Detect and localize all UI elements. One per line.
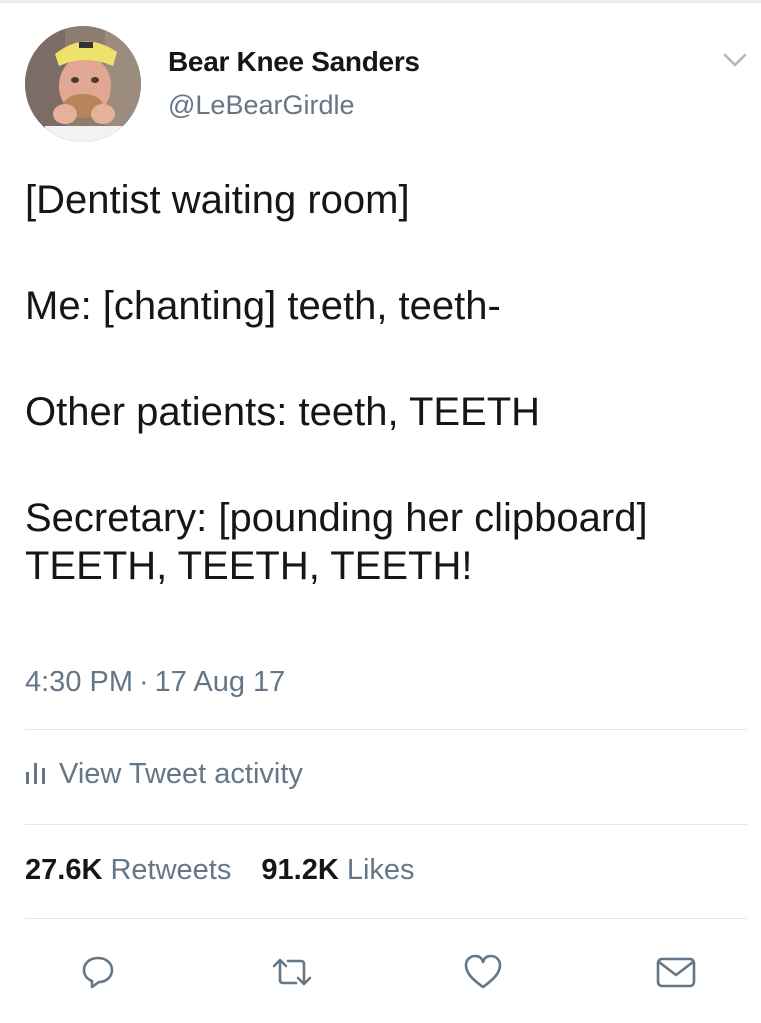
bar-chart-icon bbox=[25, 760, 47, 789]
likes-count: 91.2K bbox=[261, 854, 339, 886]
retweet-icon bbox=[272, 958, 312, 986]
chevron-down-icon[interactable] bbox=[722, 50, 748, 70]
retweets-label: Retweets bbox=[110, 854, 232, 886]
message-button[interactable] bbox=[654, 950, 698, 994]
reply-button[interactable] bbox=[76, 950, 120, 994]
timestamp-separator: · bbox=[139, 666, 149, 698]
avatar[interactable] bbox=[25, 26, 141, 142]
tweet-time: 4:30 PM bbox=[25, 666, 133, 698]
tweet-date: 17 Aug 17 bbox=[154, 666, 286, 698]
view-tweet-activity-link[interactable]: View Tweet activity bbox=[25, 758, 303, 791]
like-icon bbox=[464, 954, 502, 989]
reply-icon bbox=[82, 956, 114, 989]
message-icon bbox=[656, 957, 696, 988]
tweet-timestamp[interactable]: 4:30 PM · 17 Aug 17 bbox=[25, 666, 285, 699]
tweet-text: [Dentist waiting room] Me: [chanting] te… bbox=[25, 176, 745, 590]
user-handle[interactable]: @LeBearGirdle bbox=[168, 90, 355, 121]
retweet-button[interactable] bbox=[270, 950, 314, 994]
like-button[interactable] bbox=[461, 950, 505, 994]
likes-label: Likes bbox=[346, 854, 415, 886]
top-divider bbox=[0, 0, 761, 3]
tweet-line: Me: [chanting] teeth, teeth- bbox=[25, 284, 501, 328]
divider bbox=[25, 824, 747, 825]
engagement-stats: 27.6K Retweets 91.2K Likes bbox=[25, 854, 437, 887]
tweet-line: Other patients: teeth, TEETH bbox=[25, 390, 541, 434]
likes-stat[interactable]: 91.2K Likes bbox=[261, 854, 414, 886]
divider bbox=[25, 918, 747, 919]
profile-photo-icon bbox=[25, 26, 141, 142]
divider bbox=[25, 729, 747, 730]
tweet-line: Secretary: [pounding her clipboard] TEET… bbox=[25, 496, 648, 588]
tweet-line: [Dentist waiting room] bbox=[25, 178, 410, 222]
retweets-stat[interactable]: 27.6K Retweets bbox=[25, 854, 231, 886]
display-name[interactable]: Bear Knee Sanders bbox=[168, 46, 420, 78]
activity-label: View Tweet activity bbox=[59, 758, 303, 790]
retweets-count: 27.6K bbox=[25, 854, 103, 886]
